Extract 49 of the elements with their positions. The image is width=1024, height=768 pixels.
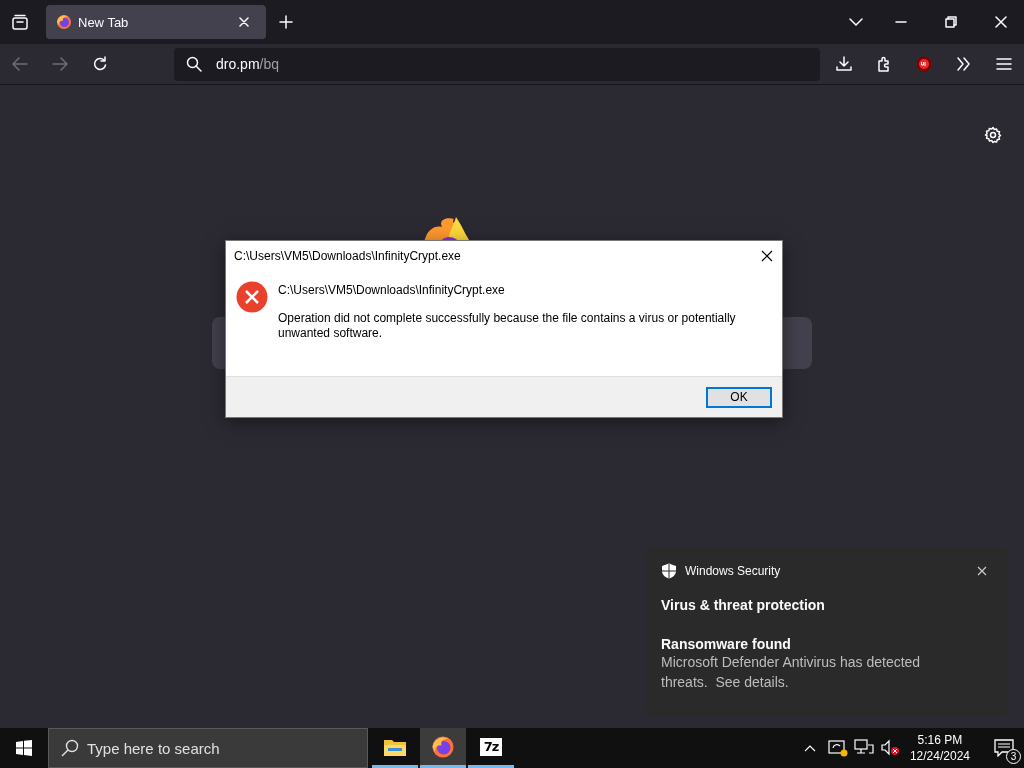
taskbar-app[interactable]: 7z [468,728,514,768]
close-icon [995,16,1007,28]
download-icon [836,56,852,72]
close-icon [761,250,773,262]
folder-icon [384,737,406,756]
url-text: dro.pm/bq [216,56,280,72]
dialog-heading: C:\Users\VM5\Downloads\InfinityCrypt.exe [278,283,506,297]
error-icon [236,281,268,313]
chevron-down-icon [849,18,863,26]
clock-time: 5:16 PM [917,732,963,748]
search-placeholder: Type here to search [87,739,220,757]
security-warning-icon [827,739,848,757]
speaker-muted-icon [879,739,900,757]
settings-icon [984,126,1002,144]
action-center-button[interactable]: 3 [984,728,1024,768]
browser-tab[interactable]: New Tab [46,5,266,39]
restore-icon [945,16,957,28]
toast-title: Virus & threat protection [661,597,826,613]
close-icon [977,566,987,576]
menu-icon [996,56,1012,72]
dialog-message: Operation did not complete successfully because the file contains a virus or potentially unwanted software. [278,311,737,341]
network-icon [853,739,874,757]
shield-badge-icon [916,56,932,72]
archiver-icon: 7z [480,737,502,756]
search-icon [186,56,202,72]
reload-icon [92,56,108,72]
toast-app-name: Windows Security [685,564,782,578]
firefox-icon [431,734,455,759]
address-bar[interactable]: dro.pm/bq [174,47,820,81]
toast-heading: Ransomware found [661,636,792,652]
chevron-up-icon [803,744,816,752]
taskbar-app[interactable] [420,728,466,768]
notification-count: 3 [1006,749,1021,764]
clock-date: 12/24/2024 [909,748,970,764]
toast-message: Microsoft Defender Antivirus has detected threats. See details. [661,653,922,692]
forward-arrow-icon [52,57,68,71]
taskbar-search-field[interactable]: Type here to search [48,728,368,768]
tab-list-icon [11,14,29,30]
windows-logo-icon [16,740,32,756]
close-icon [239,17,249,27]
firefox-icon [56,14,72,30]
plus-icon [279,15,293,29]
double-chevron-icon [956,56,972,72]
ok-button[interactable]: OK [706,386,772,408]
back-arrow-icon [12,57,28,71]
dialog-title: C:\Users\VM5\Downloads\InfinityCrypt.exe [234,249,462,263]
shield-icon [661,563,677,579]
search-icon [61,739,79,757]
puzzle-piece-icon [876,56,892,72]
